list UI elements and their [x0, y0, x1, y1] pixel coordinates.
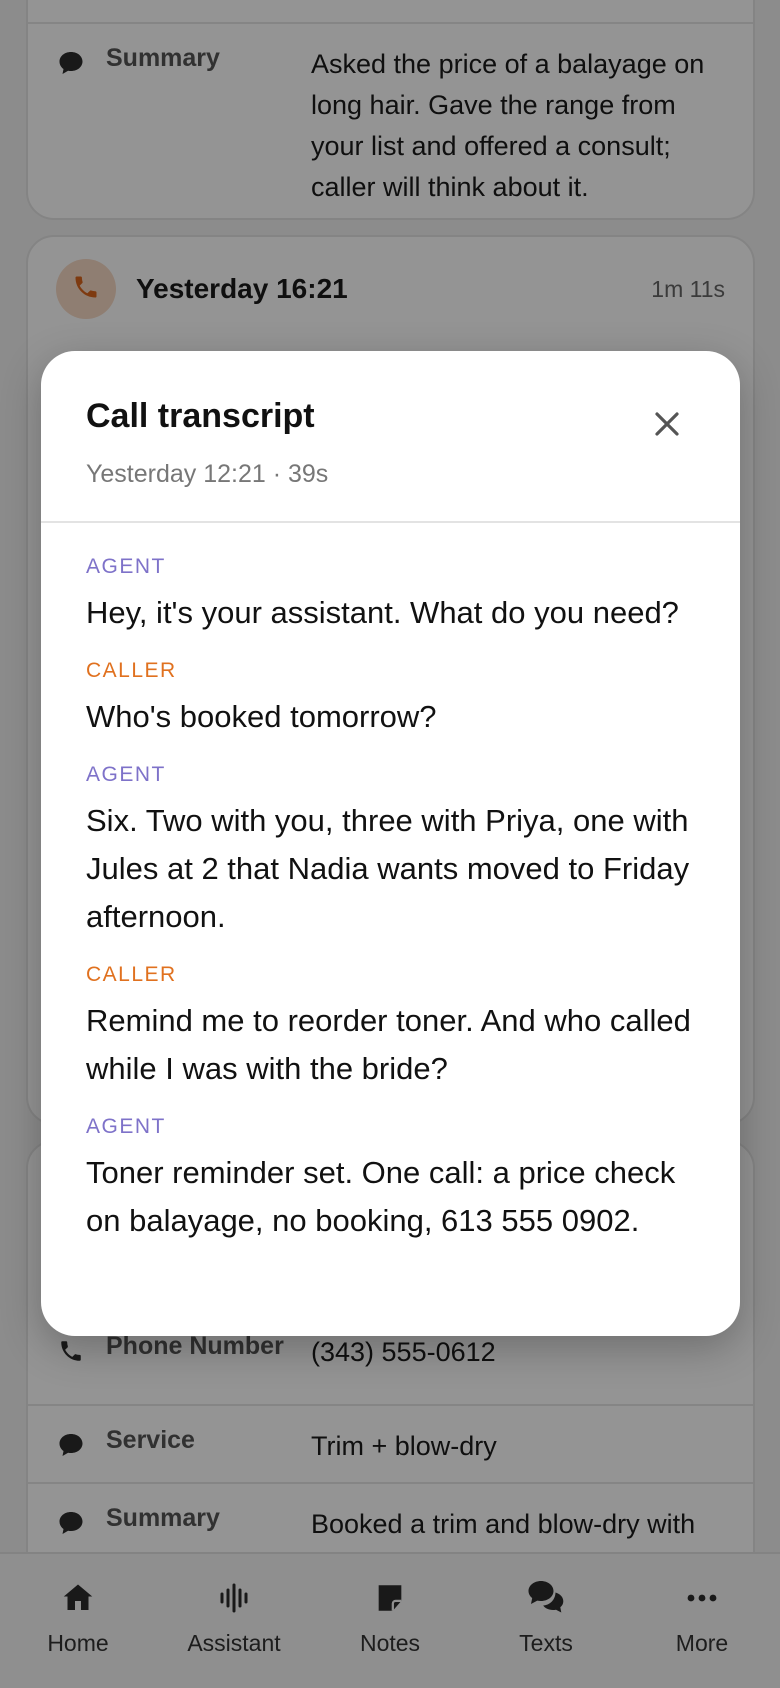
utterance-text: Six. Two with you, three with Priya, one…: [86, 803, 690, 934]
close-button[interactable]: [650, 407, 684, 441]
utterance-text: Toner reminder set. One call: a price ch…: [86, 1155, 676, 1238]
modal-subtitle: Yesterday 12:21 · 39s: [86, 460, 329, 488]
transcript-modal: Call transcript Yesterday 12:21 · 39s AG…: [41, 351, 740, 1336]
utterance-text: Remind me to reorder toner. And who call…: [86, 1003, 691, 1086]
utterance-text: Who's booked tomorrow?: [86, 699, 437, 734]
speaker-label: AGENT: [86, 763, 166, 786]
transcript-turn: AGENT Six. Two with you, three with Priy…: [86, 763, 695, 941]
close-icon: [650, 412, 684, 445]
transcript-turn: AGENT Toner reminder set. One call: a pr…: [86, 1115, 695, 1245]
transcript-turn: CALLER Who's booked tomorrow?: [86, 659, 695, 741]
utterance-text: Hey, it's your assistant. What do you ne…: [86, 595, 679, 630]
modal-header: Call transcript Yesterday 12:21 · 39s: [41, 351, 740, 523]
speaker-label: CALLER: [86, 963, 177, 986]
modal-title: Call transcript: [86, 397, 315, 435]
transcript-turn: AGENT Hey, it's your assistant. What do …: [86, 555, 695, 637]
transcript-list: AGENT Hey, it's your assistant. What do …: [41, 523, 740, 1245]
speaker-label: CALLER: [86, 659, 177, 682]
speaker-label: AGENT: [86, 1115, 166, 1138]
speaker-label: AGENT: [86, 555, 166, 578]
transcript-turn: CALLER Remind me to reorder toner. And w…: [86, 963, 695, 1093]
